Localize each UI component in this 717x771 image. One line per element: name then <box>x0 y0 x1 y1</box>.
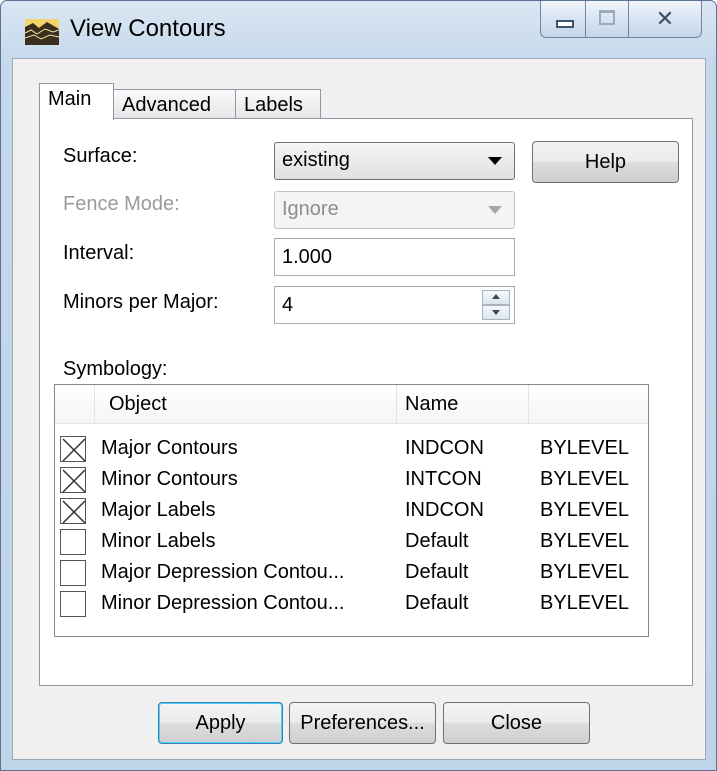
symbology-list[interactable]: Object Name Major Contours INDCON BYLEVE… <box>54 384 649 637</box>
tab-main[interactable]: Main <box>39 83 114 120</box>
fence-mode-dropdown: Ignore <box>274 191 515 229</box>
object-cell: Minor Depression Contou... <box>101 592 345 614</box>
list-item[interactable]: Major Contours INDCON BYLEVEL <box>55 434 648 465</box>
name-cell: Default <box>405 561 469 583</box>
object-cell: Major Contours <box>101 437 238 459</box>
close-window-button[interactable]: ✕ <box>628 1 702 38</box>
minimize-button[interactable] <box>540 1 586 38</box>
visibility-checkbox[interactable] <box>60 467 86 493</box>
dialog-client-area: Main Advanced Labels Surface: existing H… <box>12 58 706 760</box>
help-button[interactable]: Help <box>532 141 679 183</box>
visibility-checkbox[interactable] <box>60 436 86 462</box>
minors-per-major-stepper[interactable]: 4 <box>274 286 515 324</box>
name-cell: INTCON <box>405 468 482 490</box>
view-contours-window: View Contours ✕ Main Advanced Labels Sur… <box>0 0 717 771</box>
interval-input[interactable]: 1.000 <box>274 238 515 276</box>
level-cell: BYLEVEL <box>540 561 629 583</box>
surface-label: Surface: <box>63 145 138 167</box>
interval-value: 1.000 <box>282 246 333 268</box>
maximize-button[interactable] <box>585 1 629 38</box>
maximize-icon <box>599 10 615 25</box>
name-cell: INDCON <box>405 437 484 459</box>
list-item[interactable]: Minor Depression Contou... Default BYLEV… <box>55 589 648 620</box>
spin-up-icon[interactable] <box>482 290 510 305</box>
object-cell: Major Depression Contou... <box>101 561 345 583</box>
column-header-object[interactable]: Object <box>95 385 397 423</box>
level-cell: BYLEVEL <box>540 437 629 459</box>
symbology-label: Symbology: <box>63 358 168 380</box>
surface-dropdown[interactable]: existing <box>274 142 515 180</box>
spin-buttons <box>482 290 510 320</box>
visibility-checkbox[interactable] <box>60 498 86 524</box>
object-cell: Major Labels <box>101 499 216 521</box>
object-cell: Minor Labels <box>101 530 216 552</box>
preferences-button[interactable]: Preferences... <box>289 702 436 744</box>
column-header-name[interactable]: Name <box>397 385 529 423</box>
visibility-checkbox[interactable] <box>60 529 86 555</box>
level-cell: BYLEVEL <box>540 468 629 490</box>
minimize-icon <box>556 20 574 28</box>
list-header: Object Name <box>55 385 648 424</box>
list-item[interactable]: Minor Labels Default BYLEVEL <box>55 527 648 558</box>
dropdown-arrow-icon <box>488 157 502 165</box>
main-tab-panel: Surface: existing Help Fence Mode: Ignor… <box>39 118 693 686</box>
list-item[interactable]: Major Labels INDCON BYLEVEL <box>55 496 648 527</box>
interval-label: Interval: <box>63 242 135 264</box>
visibility-checkbox[interactable] <box>60 591 86 617</box>
close-icon: ✕ <box>655 6 675 31</box>
fence-mode-label: Fence Mode: <box>63 193 180 215</box>
tab-labels[interactable]: Labels <box>235 89 321 119</box>
list-item[interactable]: Minor Contours INTCON BYLEVEL <box>55 465 648 496</box>
window-title: View Contours <box>70 15 226 42</box>
contour-app-icon <box>25 19 59 45</box>
close-button[interactable]: Close <box>443 702 590 744</box>
name-cell: Default <box>405 530 469 552</box>
check-x-icon <box>62 500 86 524</box>
surface-value: existing <box>282 149 350 171</box>
checkbox-column-header <box>55 385 95 423</box>
minors-per-major-value: 4 <box>282 294 294 316</box>
check-x-icon <box>62 469 86 493</box>
level-cell: BYLEVEL <box>540 530 629 552</box>
object-cell: Minor Contours <box>101 468 238 490</box>
dropdown-arrow-icon <box>488 206 502 214</box>
visibility-checkbox[interactable] <box>60 560 86 586</box>
apply-button[interactable]: Apply <box>158 702 283 744</box>
column-header-level[interactable] <box>529 385 648 423</box>
check-x-icon <box>62 438 86 462</box>
spin-down-icon[interactable] <box>482 305 510 320</box>
fence-mode-value: Ignore <box>282 198 339 220</box>
tab-advanced[interactable]: Advanced <box>113 89 236 119</box>
level-cell: BYLEVEL <box>540 499 629 521</box>
level-cell: BYLEVEL <box>540 592 629 614</box>
name-cell: Default <box>405 592 469 614</box>
name-cell: INDCON <box>405 499 484 521</box>
minors-per-major-label: Minors per Major: <box>63 291 219 313</box>
title-bar[interactable]: View Contours ✕ <box>1 1 716 57</box>
list-item[interactable]: Major Depression Contou... Default BYLEV… <box>55 558 648 589</box>
